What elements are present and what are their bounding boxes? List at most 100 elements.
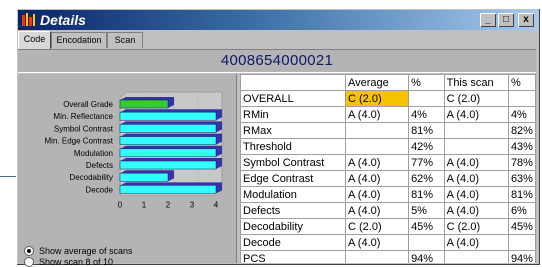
row-this-scan: A (4.0) xyxy=(443,186,509,203)
row-scan-pct: 81% xyxy=(507,186,536,203)
table-row: OVERALL C (2.0) C (2.0) xyxy=(240,90,536,107)
table-row: Symbol Contrast A (4.0) 77% A (4.0) 78% xyxy=(240,154,536,171)
header-average-pct: % xyxy=(408,74,445,91)
header-scan-pct: % xyxy=(507,74,536,91)
row-average: A (4.0) xyxy=(344,186,410,203)
tab-encodation[interactable]: Encodation xyxy=(51,32,107,48)
close-button[interactable]: x xyxy=(518,13,534,27)
window-title: Details xyxy=(40,12,86,28)
table-row: Defects A (4.0) 5% A (4.0) 6% xyxy=(240,202,536,219)
row-scan-pct: 94% xyxy=(507,250,536,263)
row-name: RMax xyxy=(240,122,346,139)
row-scan-pct: 82% xyxy=(507,122,536,139)
chart-tick-label: 1 xyxy=(142,201,147,210)
row-average xyxy=(344,138,410,155)
tab-code[interactable]: Code xyxy=(18,31,51,49)
row-average-pct xyxy=(408,90,445,107)
chart-bar xyxy=(119,185,217,194)
row-scan-pct: 6% xyxy=(507,202,536,219)
row-this-scan xyxy=(443,250,509,263)
chart-tick-label: 4 xyxy=(214,201,219,210)
chart-category-label: Min. Reflectance xyxy=(53,112,113,121)
row-name: Edge Contrast xyxy=(240,170,346,187)
connector-line xyxy=(0,176,17,177)
row-scan-pct: 63% xyxy=(507,170,536,187)
chart-category-label: Min. Edge Contrast xyxy=(45,137,114,146)
chart-tick-label: 0 xyxy=(118,201,123,210)
chart-bar xyxy=(119,148,217,158)
option-average[interactable]: Show average of scans xyxy=(24,245,133,256)
row-scan-pct: 4% xyxy=(507,106,536,123)
maximize-button[interactable]: □ xyxy=(498,13,514,27)
header-average: Average xyxy=(344,74,410,91)
row-this-scan xyxy=(443,122,509,139)
chart-bar xyxy=(119,99,169,109)
row-average-pct: 94% xyxy=(408,250,445,263)
row-average-pct: 62% xyxy=(408,170,445,187)
row-average-pct: 81% xyxy=(408,122,445,139)
row-average-pct: 42% xyxy=(408,138,445,155)
row-this-scan: C (2.0) xyxy=(443,90,509,107)
chart-bar xyxy=(119,111,217,121)
row-average-pct: 81% xyxy=(408,186,445,203)
row-this-scan: A (4.0) xyxy=(443,154,509,171)
table-row: Decode A (4.0) A (4.0) xyxy=(240,234,536,251)
row-this-scan: A (4.0) xyxy=(443,202,509,219)
row-name: RMin xyxy=(240,106,346,123)
row-average xyxy=(344,250,410,263)
chart-tick-label: 2 xyxy=(166,201,171,210)
grades-table: Average % This scan % OVERALL C (2.0) C (2… xyxy=(240,74,536,263)
row-average: C (2.0) xyxy=(344,218,410,235)
row-average-pct: 5% xyxy=(408,202,445,219)
table-row: Modulation A (4.0) 81% A (4.0) 81% xyxy=(240,186,536,203)
row-this-scan: A (4.0) xyxy=(443,106,509,123)
row-average: A (4.0) xyxy=(344,106,410,123)
minimize-button[interactable]: _ xyxy=(480,13,496,27)
row-name: Defects xyxy=(240,202,346,219)
tab-scan[interactable]: Scan xyxy=(107,32,143,48)
chart-bar xyxy=(119,136,217,145)
row-this-scan: A (4.0) xyxy=(443,170,509,187)
chart-bar xyxy=(119,160,217,170)
chart-category-label: Symbol Contrast xyxy=(54,124,114,133)
row-scan-pct xyxy=(507,90,536,107)
row-scan-pct: 78% xyxy=(507,154,536,171)
radio-scan-icon[interactable] xyxy=(24,256,34,267)
row-average: A (4.0) xyxy=(344,170,410,187)
option-average-label: Show average of scans xyxy=(39,245,133,256)
row-name: Threshold xyxy=(240,138,346,155)
chart-tick-label: 3 xyxy=(190,201,195,210)
row-scan-pct: 43% xyxy=(507,138,536,155)
row-name: OVERALL xyxy=(240,90,346,107)
header-name xyxy=(240,74,346,91)
row-average: A (4.0) xyxy=(344,202,410,219)
row-this-scan xyxy=(443,138,509,155)
code-bar: 4008654000021 xyxy=(18,49,536,73)
chart-bar xyxy=(119,124,217,133)
radio-average-icon[interactable] xyxy=(24,245,34,256)
row-average: A (4.0) xyxy=(344,154,410,171)
row-scan-pct: 45% xyxy=(507,218,536,235)
table-row: Edge Contrast A (4.0) 62% A (4.0) 63% xyxy=(240,170,536,187)
chart-category-label: Modulation xyxy=(74,149,113,158)
table-row: Threshold 42% 43% xyxy=(240,138,536,155)
header-this-scan: This scan xyxy=(443,74,509,91)
scan-options: Show average of scans Show scan 8 of 10 xyxy=(24,245,133,267)
option-scan-label: Show scan 8 of 10 xyxy=(39,256,114,267)
option-scan[interactable]: Show scan 8 of 10 xyxy=(24,256,133,267)
table-row: RMax 81% 82% xyxy=(240,122,536,139)
details-window: Details _ □ x Code Encodation Scan 40086… xyxy=(16,8,540,267)
title-bar[interactable]: Details _ □ x xyxy=(18,10,538,30)
row-average xyxy=(344,122,410,139)
chart-category-label: Overall Grade xyxy=(63,100,113,109)
row-average-pct xyxy=(408,234,445,251)
row-name: Symbol Contrast xyxy=(240,154,346,171)
row-average-pct: 77% xyxy=(408,154,445,171)
row-this-scan: A (4.0) xyxy=(443,234,509,251)
table-header-row: Average % This scan % xyxy=(240,74,536,91)
grade-chart: Overall Grade Min. Reflectance Symbol Cont… xyxy=(45,91,223,210)
chart-bar xyxy=(119,172,169,182)
app-icon xyxy=(22,13,35,26)
grade-chart-panel: Overall Grade Min. Reflectance Symbol Cont… xyxy=(18,74,236,267)
row-name: Modulation xyxy=(240,186,346,203)
